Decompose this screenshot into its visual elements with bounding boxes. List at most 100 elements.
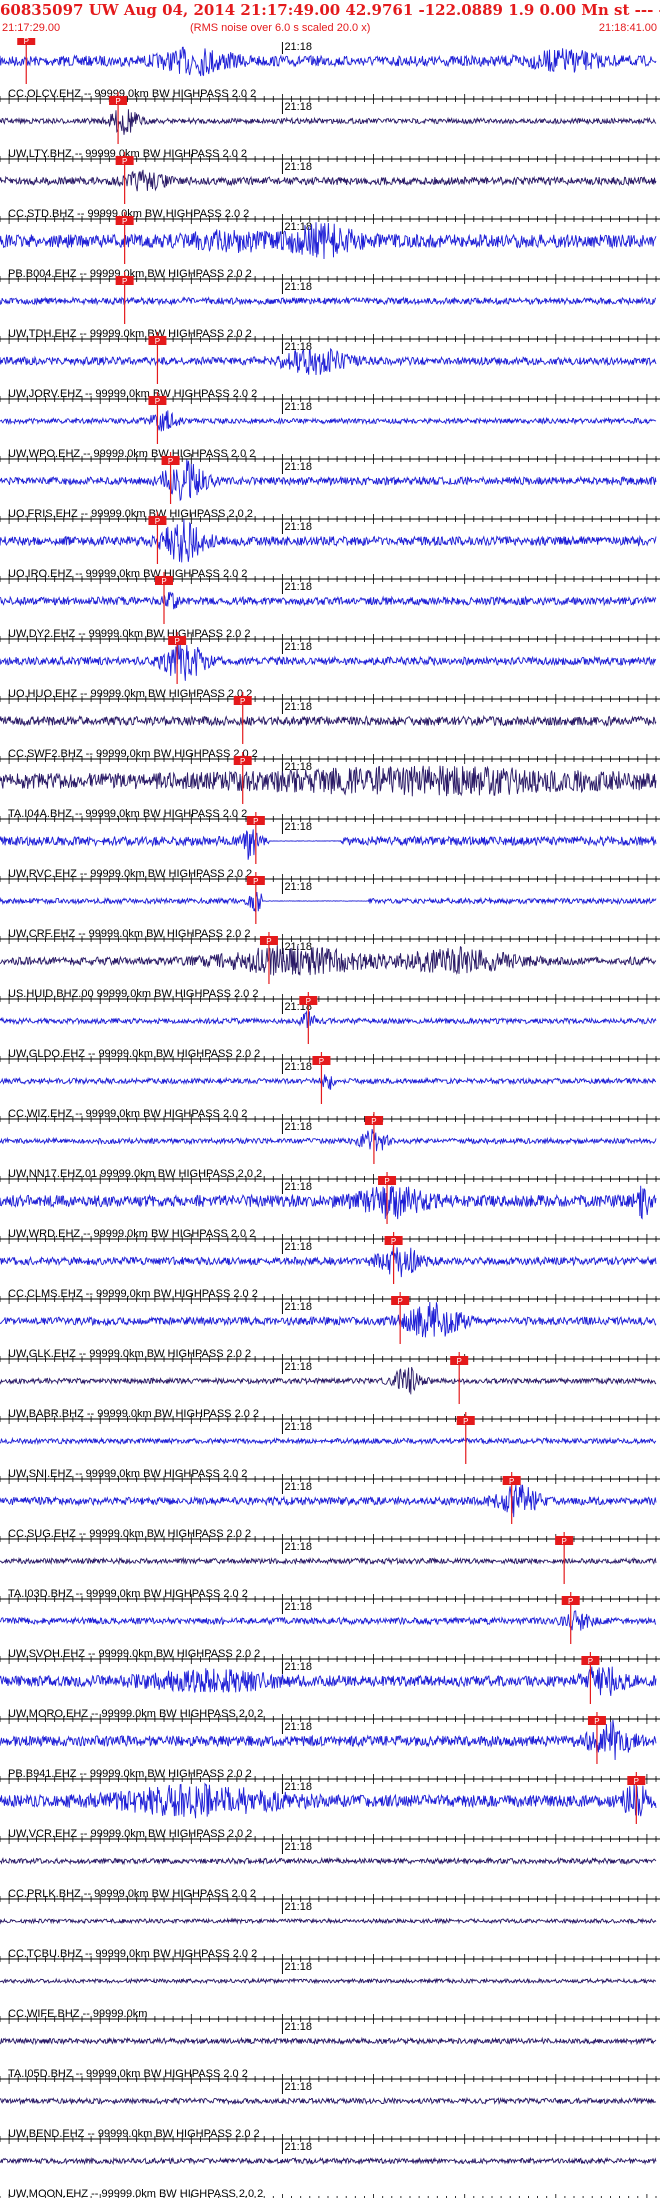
pick-label: P bbox=[306, 997, 311, 1006]
pick-label: P bbox=[319, 1057, 324, 1066]
end-time: 21:18:41.00 bbox=[598, 22, 657, 34]
trace-6: 21:18PUW.WPO.EHZ -- 99999.0km BW HIGHPAS… bbox=[0, 392, 660, 464]
waveform bbox=[0, 459, 657, 502]
event-title: 60835097 UW Aug 04, 2014 21:17:49.00 42.… bbox=[0, 1, 660, 19]
trace-5: 21:18PUW.JORV.EHZ -- 99999.0km BW HIGHPA… bbox=[0, 332, 660, 404]
minute-label: 21:18 bbox=[284, 1601, 312, 1613]
minute-label: 21:18 bbox=[284, 101, 312, 113]
waveform bbox=[0, 1719, 657, 1761]
minute-label: 21:18 bbox=[284, 1961, 312, 1973]
minute-label: 21:18 bbox=[284, 821, 312, 833]
station-label: CC.WIFE.BHZ -- 99999.0km bbox=[8, 2008, 147, 2020]
trace-34: 21:18 UW.BEND.EHZ -- 99999.0km BW HIGHPAS… bbox=[0, 2081, 660, 2144]
waveform bbox=[0, 1666, 657, 1696]
pick-label: P bbox=[174, 637, 179, 646]
minute-label: 21:18 bbox=[284, 1841, 312, 1853]
minute-label: 21:18 bbox=[284, 401, 312, 413]
pick-label: P bbox=[122, 157, 127, 166]
station-label: UW.MOON.EHZ -- 99999.0km BW HIGHPASS 2.0… bbox=[8, 2188, 263, 2198]
minute-label: 21:18 bbox=[284, 161, 312, 173]
trace-2: 21:18PCC.STD.BHZ -- 99999.0km BW HIGHPAS… bbox=[0, 152, 660, 224]
pick-label: P bbox=[634, 1777, 639, 1786]
waveform bbox=[0, 1010, 657, 1029]
station-label: UO.IRO.EHZ -- 99999.0km BW HIGHPASS 2.0 … bbox=[8, 568, 247, 580]
minute-label: 21:18 bbox=[284, 881, 312, 893]
trace-27: 21:18 P UW.MORO.EHZ -- 99999.0km BW HIGHPA… bbox=[0, 1652, 660, 1724]
minute-label: 21:18 bbox=[284, 1361, 312, 1373]
trace-11: 21:18PCC.SWF2.BHZ -- 99999.0km BW HIGHPA… bbox=[0, 692, 660, 764]
station-label: US.HUID.BHZ.00 99999.0km BW HIGHPASS 2.0… bbox=[8, 988, 258, 1000]
waveform bbox=[0, 1917, 657, 1925]
trace-3: 21:18PPB.B004.EHZ -- 99999.0km BW HIGHPA… bbox=[0, 212, 660, 284]
seismogram-plot: 21:18 P CC.OLCV.EHZ -- 99999.0km BW HIGHPA… bbox=[0, 38, 660, 2198]
station-label: TA.I05D.BHZ -- 99999.0km BW HIGHPASS 2.0… bbox=[8, 2068, 248, 2080]
waveform bbox=[0, 519, 657, 563]
pick-label: P bbox=[266, 937, 271, 946]
trace-21: 21:18 P UW.GLK.EHZ -- 99999.0km BW HIGHPAS… bbox=[0, 1292, 660, 1364]
station-label: UW.BABR.BHZ -- 99999.0km BW HIGHPASS 2.0… bbox=[8, 1408, 259, 1420]
waveform bbox=[0, 1366, 657, 1395]
pick-label: P bbox=[588, 1657, 593, 1666]
station-label: UW.WRD.EHZ -- 99999.0km BW HIGHPASS 2.0 … bbox=[8, 1228, 255, 1240]
waveform bbox=[0, 1856, 657, 1866]
trace-8: 21:18PUO.IRO.EHZ -- 99999.0km BW HIGHPAS… bbox=[0, 512, 660, 584]
waveform bbox=[0, 1129, 657, 1152]
waveform bbox=[0, 2036, 657, 2046]
minute-label: 21:18 bbox=[284, 1301, 312, 1313]
trace-32: 21:18 CC.WIFE.BHZ -- 99999.0km bbox=[0, 1961, 660, 2024]
pick-label: P bbox=[397, 1297, 402, 1306]
pick-label: P bbox=[24, 38, 29, 46]
waveform bbox=[0, 169, 657, 192]
trace-23: 21:18 P UW.SNI.EHZ -- 99999.0km BW HIGHPAS… bbox=[0, 1412, 660, 1484]
pick-label: P bbox=[122, 217, 127, 226]
minute-label: 21:18 bbox=[284, 1781, 312, 1793]
station-label: CC.SUG.EHZ -- 99999.0km BW HIGHPASS 2.0 … bbox=[8, 1528, 251, 1540]
waveform bbox=[0, 641, 657, 681]
minute-label: 21:18 bbox=[284, 1121, 312, 1133]
trace-12: 21:18 P TA.I04A.BHZ -- 99999.0km BW HIGHPA… bbox=[0, 752, 660, 824]
waveform bbox=[0, 410, 657, 432]
waveform bbox=[0, 222, 657, 260]
station-label: CC.OLCV.EHZ -- 99999.0km BW HIGHPASS 2.0… bbox=[8, 88, 256, 100]
pick-label: P bbox=[168, 457, 173, 466]
minute-label: 21:18 bbox=[284, 1421, 312, 1433]
trace-30: 21:18 CC.PRLK.BHZ -- 99999.0km BW HIGHPAS… bbox=[0, 1841, 660, 1904]
pick-label: P bbox=[253, 817, 258, 826]
minute-label: 21:18 bbox=[284, 2021, 312, 2033]
minute-label: 21:18 bbox=[284, 521, 312, 533]
pick-label: P bbox=[155, 337, 160, 346]
minute-label: 21:18 bbox=[284, 281, 312, 293]
station-label: UW.GLDO.EHZ -- 99999.0km BW HIGHPASS 2.0… bbox=[8, 1048, 260, 1060]
pick-label: P bbox=[253, 877, 258, 886]
waveform bbox=[0, 892, 657, 912]
minute-label: 21:18 bbox=[284, 41, 312, 53]
trace-4: 21:18PUW.TDH.EHZ -- 99999.0km BW HIGHPAS… bbox=[0, 272, 660, 344]
trace-26: 21:18 P UW.SVOH.EHZ -- 99999.0km BW HIGHPA… bbox=[0, 1592, 660, 1664]
minute-label: 21:18 bbox=[284, 1661, 312, 1673]
waveform bbox=[0, 1782, 657, 1819]
trace-24: 21:18 P CC.SUG.EHZ -- 99999.0km BW HIGHPAS… bbox=[0, 1472, 660, 1544]
pick-label: P bbox=[371, 1117, 376, 1126]
trace-35: 21:18 UW.MOON.EHZ -- 99999.0km BW HIGHPAS… bbox=[0, 2141, 657, 2198]
waveform bbox=[0, 829, 657, 860]
pick-label: P bbox=[155, 397, 160, 406]
minute-label: 21:18 bbox=[284, 1061, 312, 1073]
trace-25: 21:18 P TA.I03D.BHZ -- 99999.0km BW HIGHPA… bbox=[0, 1532, 660, 1604]
trace-31: 21:18 CC.TCBU.BHZ -- 99999.0km BW HIGHPAS… bbox=[0, 1901, 660, 1964]
station-label: CC.WIZ.EHZ -- 99999.0km BW HIGHPASS 2.0 … bbox=[8, 1108, 247, 1120]
minute-label: 21:18 bbox=[284, 1721, 312, 1733]
waveform bbox=[0, 591, 657, 610]
trace-14: 21:18 P UW.CRF.EHZ -- 99999.0km BW HIGHPAS… bbox=[0, 872, 660, 944]
waveform bbox=[0, 296, 657, 306]
waveform bbox=[0, 1977, 657, 1985]
minute-label: 21:18 bbox=[284, 2141, 312, 2153]
waveform bbox=[0, 714, 657, 727]
pick-label: P bbox=[561, 1537, 566, 1546]
station-label: UW.BEND.EHZ -- 99999.0km BW HIGHPASS 2.0… bbox=[8, 2128, 260, 2140]
station-label: UW.NN17.EHZ.01 99999.0km BW HIGHPASS 2.0… bbox=[8, 1168, 262, 1180]
minute-label: 21:18 bbox=[284, 581, 312, 593]
station-label: UW.RVC.EHZ -- 99999.0km BW HIGHPASS 2.0 … bbox=[8, 868, 252, 880]
trace-15: 21:18PUS.HUID.BHZ.00 99999.0km BW HIGHPA… bbox=[0, 932, 660, 1004]
minute-label: 21:18 bbox=[284, 341, 312, 353]
trace-18: 21:18 P UW.NN17.EHZ.01 99999.0km BW HIGHPA… bbox=[0, 1112, 660, 1184]
